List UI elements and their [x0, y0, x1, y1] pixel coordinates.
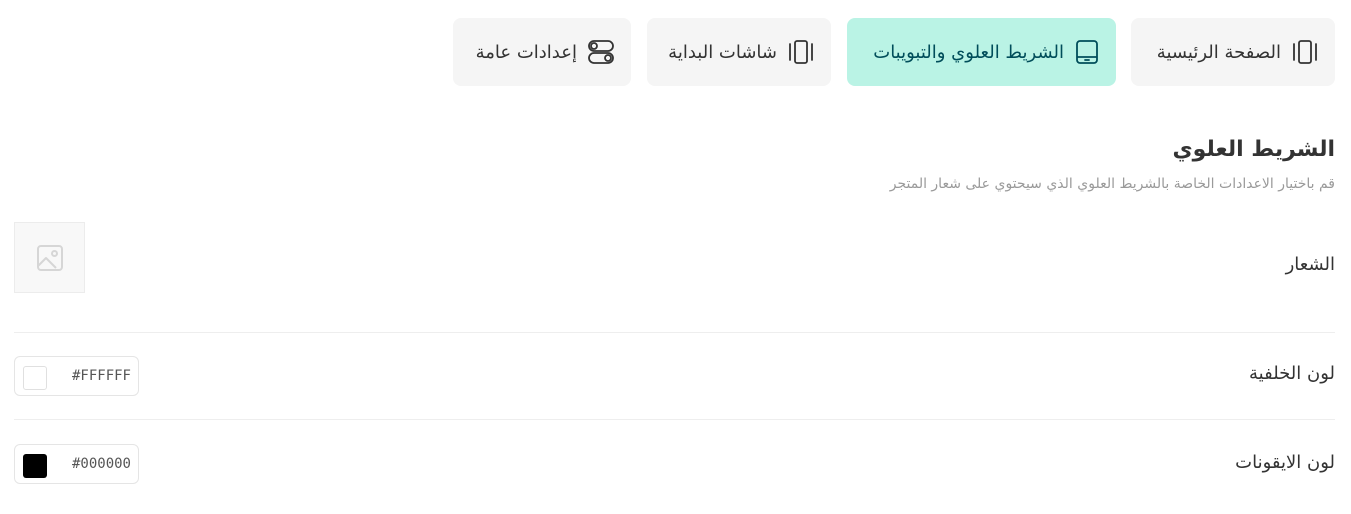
background-color-field [14, 356, 139, 396]
tablet-icon [1076, 40, 1098, 64]
tab-general-settings[interactable]: إعدادات عامة [453, 18, 631, 86]
icons-color-field [14, 444, 139, 484]
carousel-icon [1293, 40, 1317, 64]
background-color-input[interactable] [55, 365, 131, 387]
section-description: قم باختيار الاعدادات الخاصة بالشريط العل… [889, 176, 1335, 192]
toggle-settings-icon [588, 40, 614, 64]
background-color-label: لون الخلفية [1249, 363, 1335, 384]
tab-splash-screens[interactable]: شاشات البداية [647, 18, 831, 86]
icons-color-label: لون الايقونات [1235, 452, 1335, 473]
icons-color-swatch[interactable] [23, 454, 47, 478]
tab-home-label: الصفحة الرئيسية [1156, 41, 1281, 63]
tab-splash-label: شاشات البداية [668, 41, 777, 63]
tab-header-and-tabs[interactable]: الشريط العلوي والتبويبات [847, 18, 1116, 86]
section-title: الشريط العلوي [1172, 137, 1335, 162]
tab-home-page[interactable]: الصفحة الرئيسية [1131, 18, 1335, 86]
carousel-icon [789, 40, 813, 64]
image-placeholder-icon [36, 244, 63, 271]
divider [14, 419, 1335, 420]
background-color-swatch[interactable] [23, 366, 47, 390]
logo-label: الشعار [1285, 254, 1335, 275]
settings-tabs: الصفحة الرئيسية الشريط العلوي والتبويبات… [453, 18, 1335, 86]
divider [14, 332, 1335, 333]
icons-color-input[interactable] [55, 453, 131, 475]
logo-upload[interactable] [14, 222, 85, 293]
tab-general-label: إعدادات عامة [475, 41, 577, 63]
tab-header-label: الشريط العلوي والتبويبات [873, 41, 1064, 63]
